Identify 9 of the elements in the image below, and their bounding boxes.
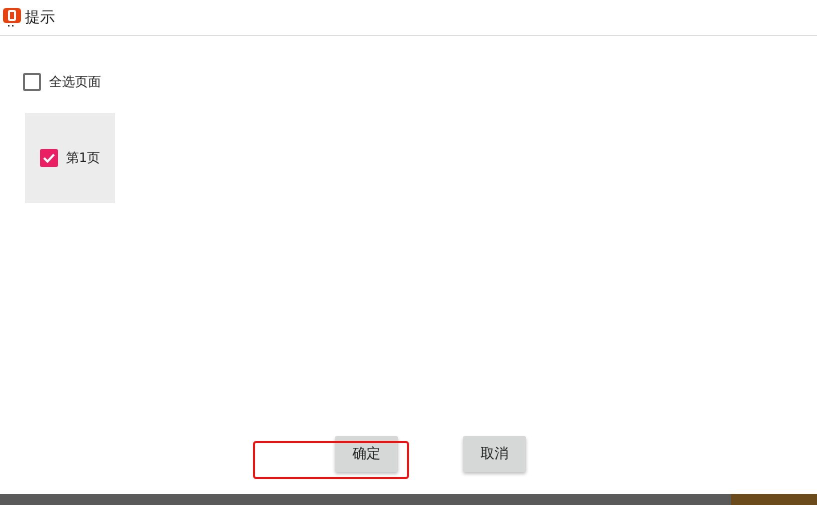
app-logo-icon — [3, 8, 21, 28]
select-all-label: 全选页面 — [49, 74, 101, 91]
dialog-button[interactable]: 取消 — [463, 436, 526, 472]
page-label: 第1页 — [66, 150, 100, 167]
checkbox[interactable] — [40, 149, 58, 167]
window-title: 提示 — [25, 8, 55, 27]
checkbox[interactable] — [23, 73, 41, 91]
dialog-button[interactable]: 确定 — [335, 436, 398, 472]
page-tile[interactable]: 第1页 — [25, 113, 115, 203]
